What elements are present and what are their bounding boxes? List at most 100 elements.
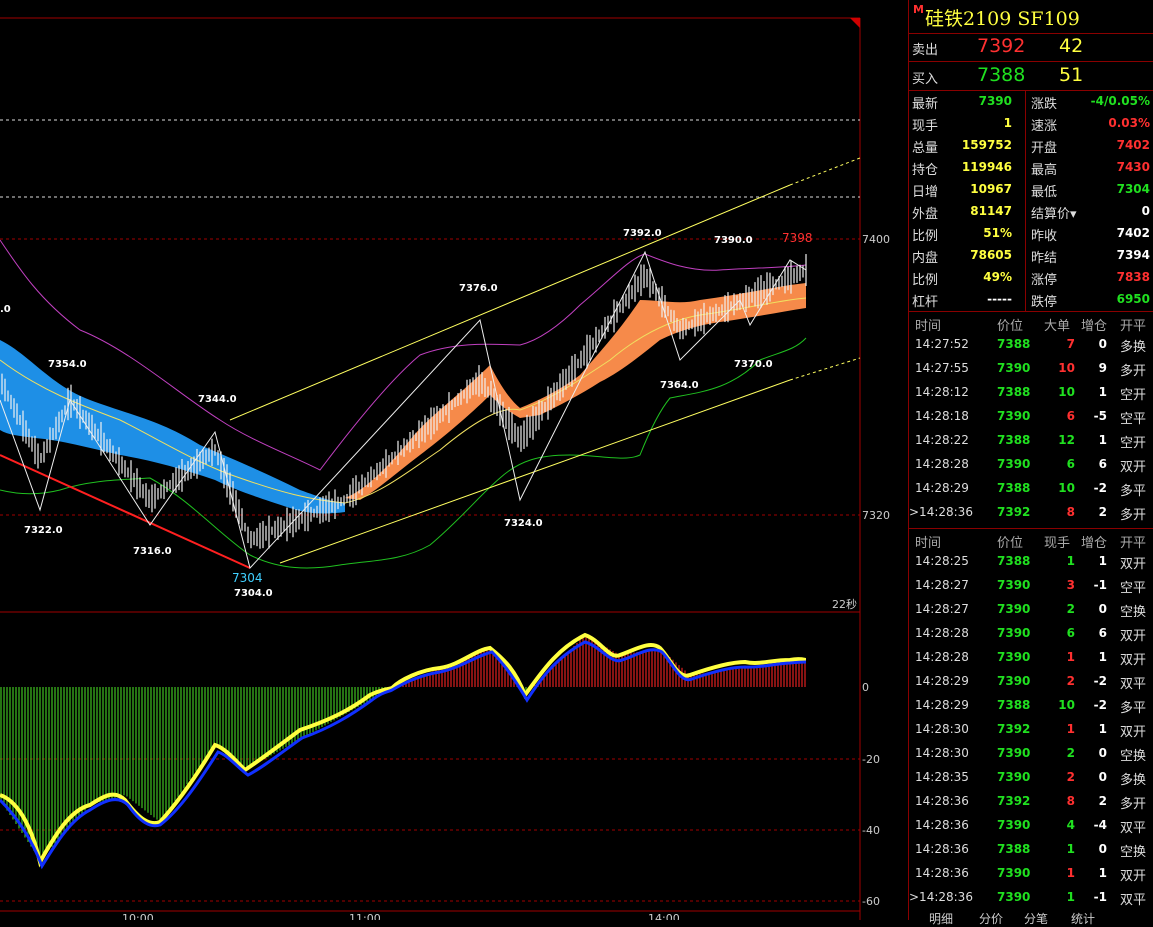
table-row[interactable]: 14:28:36 7390 4 -4 双平 [909,813,1153,837]
row-price: 7390 [997,650,1031,664]
row-time: >14:28:36 [909,890,973,904]
stat-left-value: 78605 [970,248,1012,262]
tab-ticks[interactable]: 分笔 [1024,910,1048,927]
row-volume: 1 [1066,842,1075,856]
annotation-7322: 7322.0 [24,525,63,536]
table-row[interactable]: >14:28:36 7390 1 -1 双平 [909,885,1153,909]
row-volume: 2 [1066,602,1075,616]
row-volume: 10 [1058,698,1075,712]
row-time: 14:28:36 [915,818,969,832]
table-row[interactable]: >14:28:36 7392 8 2 多开 [909,500,1153,524]
row-price: 7388 [997,433,1031,447]
annotation-7376: 7376.0 [459,283,498,294]
row-time: 14:28:30 [915,722,969,736]
stat-right-value: 7402 [1116,226,1150,240]
table-row[interactable]: 14:28:18 7390 6 -5 空平 [909,404,1153,428]
tab-price-dist[interactable]: 分价 [979,910,1003,927]
row-oi-change: 2 [1098,794,1107,808]
row-oi-change: 0 [1098,842,1107,856]
stat-row: 外盘 81147 结算价▾ 0 [909,200,1153,222]
table-row[interactable]: 14:28:29 7390 2 -2 双平 [909,669,1153,693]
row-volume: 6 [1066,409,1075,423]
table-row[interactable]: 14:28:28 7390 6 6 双开 [909,621,1153,645]
row-time: 14:27:52 [915,337,969,351]
row-volume: 8 [1066,794,1075,808]
stat-row: 比例 51% 昨收 7402 [909,222,1153,244]
stat-right-value: 7838 [1116,270,1150,284]
row-time: 14:28:35 [915,770,969,784]
table-row[interactable]: 14:28:29 7388 10 -2 多平 [909,693,1153,717]
row-volume: 4 [1066,818,1075,832]
stat-right-label: 涨停 [1031,273,1058,288]
row-time: 14:28:28 [915,626,969,640]
table-row[interactable]: 14:28:35 7390 2 0 多换 [909,765,1153,789]
annotation-7392: 7392.0 [623,228,662,239]
row-price: 7390 [997,866,1031,880]
stat-left-label: 杠杆 [912,295,939,310]
stat-right-value: 0.03% [1108,116,1150,130]
row-oi-change: -2 [1093,674,1107,688]
row-time: 14:28:12 [915,385,969,399]
time-label-1000: 10:00 [122,912,154,920]
row-open-close: 双开 [1120,629,1147,644]
row-volume: 1 [1066,650,1075,664]
price-chart[interactable]: 7400 7320 0 -20 -40 -60 10:00 11:00 14:0… [0,0,908,920]
table-row[interactable]: 14:28:36 7388 1 0 空换 [909,837,1153,861]
row-oi-change: 9 [1098,361,1107,375]
stat-left-value: 49% [983,270,1012,284]
table-row[interactable]: 14:28:28 7390 6 6 双开 [909,452,1153,476]
row-price: 7388 [997,842,1031,856]
table-row[interactable]: 14:28:30 7390 2 0 空换 [909,741,1153,765]
row-time: 14:27:55 [915,361,969,375]
table-row[interactable]: 14:28:12 7388 10 1 空开 [909,380,1153,404]
table-row[interactable]: 14:28:22 7388 12 1 空开 [909,428,1153,452]
axis-label-macd-20: -20 [862,753,880,766]
channel-bottom-dashed [789,357,861,381]
table-row[interactable]: 14:27:55 7390 10 9 多开 [909,356,1153,380]
row-open-close: 双开 [1120,725,1147,740]
table-row[interactable]: 14:28:25 7388 1 1 双开 [909,549,1153,573]
stat-row: 现手 1 速涨 0.03% [909,112,1153,134]
row-open-close: 空开 [1120,436,1147,451]
row-open-close: 双平 [1120,893,1147,908]
annotation-cut-left: .0 [0,304,11,315]
row-volume: 2 [1066,746,1075,760]
table-row[interactable]: 14:28:29 7388 10 -2 多平 [909,476,1153,500]
row-volume: 1 [1066,890,1075,904]
ask-row[interactable]: 卖出 7392 42 [909,33,1153,62]
stat-right-value: 7402 [1116,138,1150,152]
bid-row[interactable]: 买入 7388 51 [909,62,1153,91]
row-volume: 7 [1066,337,1075,351]
row-price: 7390 [997,457,1031,471]
row-price: 7392 [997,794,1031,808]
bid-price: 7388 [977,64,1026,86]
stat-left-label: 最新 [912,97,939,112]
stat-right-label: 结算价▾ [1031,207,1077,222]
stat-row: 内盘 78605 昨结 7394 [909,244,1153,266]
countdown-label: 22秒 [832,597,857,611]
row-oi-change: -1 [1093,890,1107,904]
stat-row: 日增 10967 最低 7304 [909,178,1153,200]
bottom-tabs: 明细 分价 分笔 统计 [909,908,1153,926]
table-row[interactable]: 14:28:36 7390 1 1 双开 [909,861,1153,885]
tab-stats[interactable]: 统计 [1071,910,1095,927]
ask-label: 卖出 [912,43,939,58]
instrument-title[interactable]: 硅铁2109 SF109 [925,4,1080,31]
table-row[interactable]: 14:28:28 7390 1 1 双开 [909,645,1153,669]
table-row[interactable]: 14:28:27 7390 3 -1 空平 [909,573,1153,597]
row-open-close: 多平 [1120,484,1147,499]
stat-right-value: 7304 [1116,182,1150,196]
table-row[interactable]: 14:28:27 7390 2 0 空换 [909,597,1153,621]
annotation-7304: 7304.0 [234,588,273,599]
channel-top-dashed [789,157,861,186]
tab-detail[interactable]: 明细 [929,910,953,927]
stat-left-value: 10967 [970,182,1012,196]
table-row[interactable]: 14:28:30 7392 1 1 双开 [909,717,1153,741]
table1-header: 时间 价位 大单 增仓 开平 [909,312,1153,334]
table-row[interactable]: 14:28:36 7392 8 2 多开 [909,789,1153,813]
stat-row: 持仓 119946 最高 7430 [909,156,1153,178]
row-volume: 3 [1066,578,1075,592]
table-row[interactable]: 14:27:52 7388 7 0 多换 [909,332,1153,356]
row-time: 14:28:25 [915,554,969,568]
row-oi-change: 6 [1098,626,1107,640]
